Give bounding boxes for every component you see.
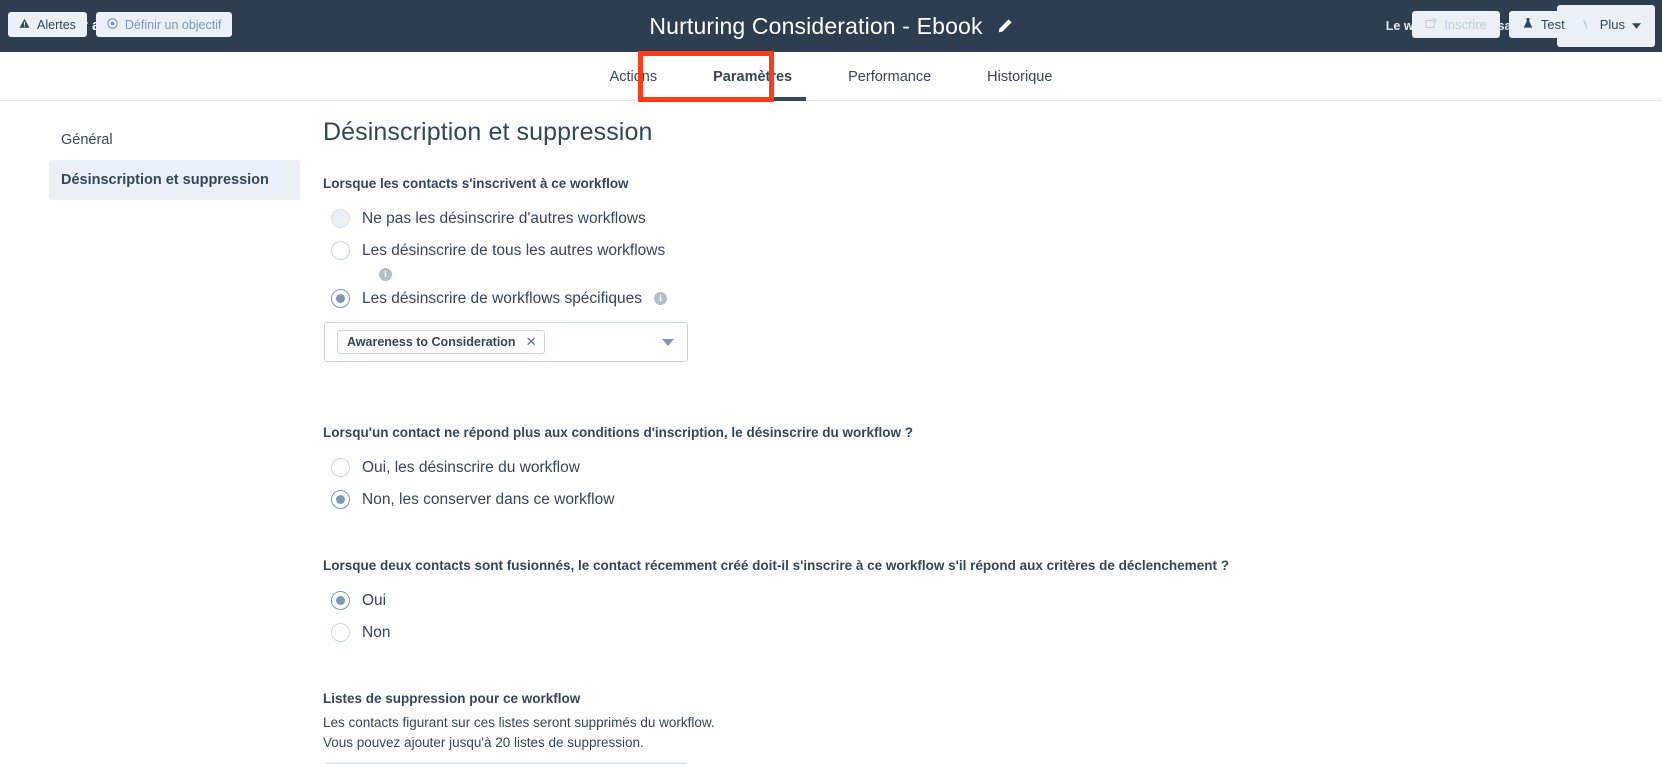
target-icon <box>107 17 118 32</box>
settings-main-content: Désinscription et suppression Lorsque le… <box>323 118 1523 764</box>
chevron-down-icon <box>1632 17 1641 32</box>
sidebar-item-general-label: Général <box>61 132 113 148</box>
suppression-lists-helper-line-1: Les contacts figurant sur ces listes ser… <box>323 714 715 730</box>
chevron-down-icon[interactable] <box>662 338 674 346</box>
radio-icon[interactable] <box>331 209 350 229</box>
radio-icon[interactable] <box>331 241 350 261</box>
radio-option-no-unenroll-label: Ne pas les désinscrire d'autres workflow… <box>362 209 646 227</box>
main-nav-tabs: Actions Paramètres Performance Historiqu… <box>0 52 1662 101</box>
tab-performance-label: Performance <box>848 68 932 85</box>
more-button[interactable]: Plus <box>1586 11 1654 38</box>
tab-historique-label: Historique <box>987 68 1053 85</box>
radio-icon[interactable] <box>331 623 350 643</box>
radio-option-no-unenroll[interactable]: Ne pas les désinscrire d'autres workflow… <box>331 204 1523 234</box>
radio-icon[interactable] <box>331 289 350 309</box>
radio-option-unenroll-yes[interactable]: Oui, les désinscrire du workflow <box>331 453 1523 483</box>
close-icon[interactable]: ✕ <box>526 334 537 350</box>
suppression-lists-title: Listes de suppression pour ce workflow <box>323 690 581 706</box>
selected-tag: Awareness to Consideration ✕ <box>337 329 546 354</box>
sub-toolbar-right-group: Inscrire Test Plus <box>1412 0 1654 49</box>
info-icon[interactable]: i <box>653 292 667 306</box>
suppression-lists-helper-line-2: Vous pouvez ajouter jusqu'à 20 listes de… <box>323 734 644 750</box>
info-row-unenroll-all: i <box>379 264 1523 282</box>
question-1-label: Lorsque les contacts s'inscrivent à ce w… <box>323 176 629 191</box>
settings-sidebar: Général Désinscription et suppression <box>49 120 300 200</box>
define-goal-button[interactable]: Définir un objectif <box>95 12 233 37</box>
radio-icon[interactable] <box>331 490 350 510</box>
enroll-icon <box>1425 17 1437 32</box>
enroll-label: Inscrire <box>1444 17 1487 32</box>
radio-icon[interactable] <box>331 591 350 611</box>
radio-icon[interactable] <box>331 458 350 478</box>
radio-option-unenroll-all-label: Les désinscrire de tous les autres workf… <box>362 241 666 259</box>
radio-option-merge-yes[interactable]: Oui <box>331 586 1523 616</box>
radio-option-unenroll-specific[interactable]: Les désinscrire de workflows spécifiques… <box>331 284 1523 314</box>
define-goal-label: Définir un objectif <box>124 17 222 32</box>
specific-workflows-select[interactable]: Awareness to Consideration ✕ <box>324 321 688 362</box>
tab-historique[interactable]: Historique <box>959 52 1080 101</box>
more-label: Plus <box>1599 17 1625 32</box>
tab-performance[interactable]: Performance <box>820 52 959 101</box>
info-icon[interactable]: i <box>379 268 392 282</box>
radio-option-unenroll-all[interactable]: Les désinscrire de tous les autres workf… <box>331 236 1523 266</box>
alerts-label: Alertes <box>37 17 76 32</box>
radio-option-merge-yes-label: Oui <box>362 591 387 609</box>
tab-actions[interactable]: Actions <box>582 52 686 101</box>
tab-parametres[interactable]: Paramètres <box>685 52 820 101</box>
pencil-icon[interactable] <box>997 18 1013 34</box>
tab-parametres-label: Paramètres <box>713 68 793 85</box>
sidebar-item-desinscription[interactable]: Désinscription et suppression <box>49 160 300 200</box>
flask-icon <box>1522 17 1534 32</box>
selected-tag-label: Awareness to Consideration <box>347 334 516 349</box>
section-heading: Désinscription et suppression <box>323 118 653 146</box>
question-3-label: Lorsque deux contacts sont fusionnés, le… <box>323 557 1229 573</box>
sidebar-item-desinscription-label: Désinscription et suppression <box>61 172 269 188</box>
test-button[interactable]: Test <box>1508 11 1578 38</box>
warning-triangle-icon <box>19 18 30 32</box>
sub-toolbar-left-group: Alertes Définir un objectif <box>8 0 233 49</box>
tab-actions-label: Actions <box>609 68 658 85</box>
enroll-button[interactable]: Inscrire <box>1412 11 1500 38</box>
radio-option-unenroll-yes-label: Oui, les désinscrire du workflow <box>362 458 580 476</box>
radio-option-merge-no[interactable]: Non <box>331 618 1523 648</box>
workflow-settings-page: Revenir aux workflows Nurturing Consider… <box>0 0 1662 764</box>
radio-option-merge-no-label: Non <box>362 623 391 641</box>
question-2-label: Lorsqu'un contact ne répond plus aux con… <box>323 424 913 440</box>
radio-option-unenroll-specific-label: Les désinscrire de workflows spécifiques <box>362 289 642 307</box>
alerts-button[interactable]: Alertes <box>8 12 87 37</box>
radio-option-unenroll-no-label: Non, les conserver dans ce workflow <box>362 490 615 508</box>
sidebar-item-general[interactable]: Général <box>49 120 300 160</box>
radio-option-unenroll-no[interactable]: Non, les conserver dans ce workflow <box>331 485 1523 515</box>
test-label: Test <box>1540 17 1565 32</box>
